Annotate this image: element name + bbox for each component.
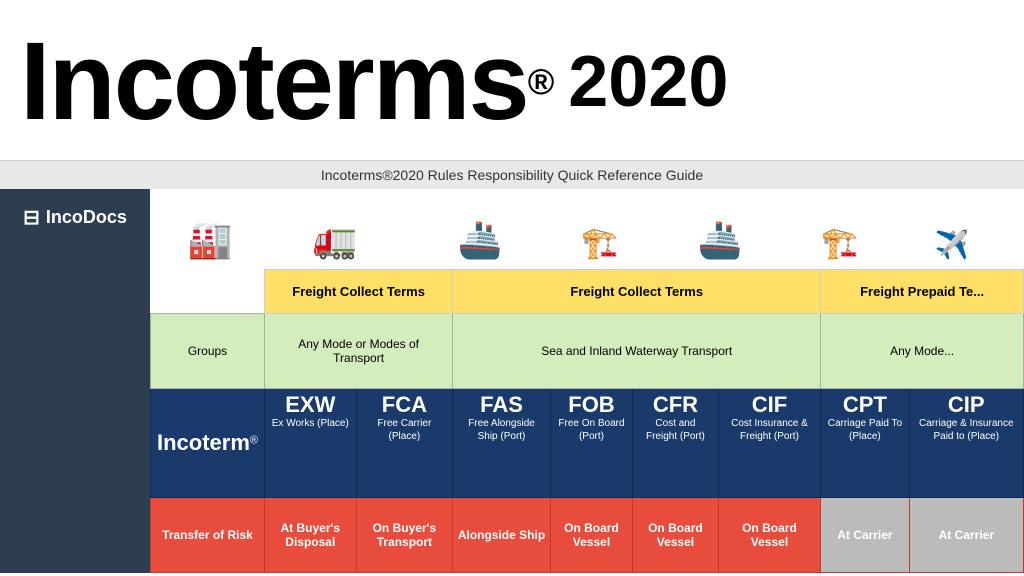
transfer-fas: Alongside Ship xyxy=(453,497,551,572)
incoterm-cpt: CPT Carriage Paid To (Place) xyxy=(821,389,909,498)
title-year: 2020 xyxy=(568,46,728,118)
freight-collect-sea-cell: Freight Collect Terms xyxy=(453,270,821,314)
transfer-cip: At Carrier xyxy=(909,497,1023,572)
factory-illustration: 🏭 xyxy=(150,219,270,265)
transfer-exw: At Buyer's Disposal xyxy=(265,497,357,572)
rest-illustration: ✈️ xyxy=(880,228,1024,265)
groups-sea-inland: Sea and Inland Waterway Transport xyxy=(453,314,821,389)
ship1-illustration: 🚢 xyxy=(400,219,560,265)
ship2-illustration: 🚢 xyxy=(640,219,800,265)
incoterm-reg: ® xyxy=(250,435,258,447)
logo-panel: ⊟ IncoDocs xyxy=(0,189,150,573)
groups-label: Groups xyxy=(151,314,265,389)
incoterm-fob: FOB Free On Board (Port) xyxy=(550,389,632,498)
subtitle-text: Incoterms®2020 Rules Responsibility Quic… xyxy=(321,167,703,183)
freight-collect-cell: Freight Collect Terms xyxy=(265,270,453,314)
transfer-cfr: On Board Vessel xyxy=(633,497,719,572)
incoterms-table: Freight Collect Terms Freight Collect Te… xyxy=(150,269,1024,573)
incoterm-main-label: Incoterm xyxy=(157,430,250,455)
incoterm-exw: EXW Ex Works (Place) xyxy=(265,389,357,498)
table-area: 🏭 🚛 🚢 🏗️ 🚢 🏗️ ✈️ Freight Collect Terms F… xyxy=(150,189,1024,573)
page-header: Incoterms ® 2020 xyxy=(0,0,1024,160)
incoterm-fca: FCA Free Carrier (Place) xyxy=(356,389,453,498)
incoterm-label-cell: Incoterm® xyxy=(151,389,265,498)
groups-row: Groups Any Mode or Modes of Transport Se… xyxy=(151,314,1024,389)
transfer-fca: On Buyer's Transport xyxy=(356,497,453,572)
incoterm-cfr: CFR Cost and Freight (Port) xyxy=(633,389,719,498)
incoterm-cif: CIF Cost Insurance & Freight (Port) xyxy=(718,389,821,498)
freight-row: Freight Collect Terms Freight Collect Te… xyxy=(151,270,1024,314)
subtitle-bar: Incoterms®2020 Rules Responsibility Quic… xyxy=(0,160,1024,189)
transfer-label: Transfer of Risk xyxy=(151,497,265,572)
groups-any-mode2: Any Mode... xyxy=(821,314,1024,389)
title-registered: ® xyxy=(528,61,555,103)
illustration-row: 🏭 🚛 🚢 🏗️ 🚢 🏗️ ✈️ xyxy=(150,189,1024,269)
transfer-fob: On Board Vessel xyxy=(550,497,632,572)
logo-icon: ⊟ xyxy=(23,205,40,230)
logo-label: IncoDocs xyxy=(46,207,127,228)
crane2-illustration: 🏗️ xyxy=(800,226,880,265)
freight-prepaid-cell: Freight Prepaid Te... xyxy=(821,270,1024,314)
incoterm-row: Incoterm® EXW Ex Works (Place) FCA Free … xyxy=(151,389,1024,498)
incoterm-cip: CIP Carriage & Insurance Paid to (Place) xyxy=(909,389,1023,498)
transfer-cpt: At Carrier xyxy=(821,497,909,572)
crane1-illustration: 🏗️ xyxy=(560,226,640,265)
title-incoterms: Incoterms xyxy=(20,27,528,137)
truck-illustration: 🚛 xyxy=(270,219,400,265)
main-content: ⊟ IncoDocs 🏭 🚛 🚢 🏗️ 🚢 🏗️ ✈️ Freight Coll… xyxy=(0,189,1024,573)
incoterm-fas: FAS Free Alongside Ship (Port) xyxy=(453,389,551,498)
groups-any-mode: Any Mode or Modes of Transport xyxy=(265,314,453,389)
incodocs-logo: ⊟ IncoDocs xyxy=(23,205,127,230)
transfer-row: Transfer of Risk At Buyer's Disposal On … xyxy=(151,497,1024,572)
transfer-cif: On Board Vessel xyxy=(718,497,821,572)
illustrations: 🏭 🚛 🚢 🏗️ 🚢 🏗️ ✈️ xyxy=(150,189,1024,265)
